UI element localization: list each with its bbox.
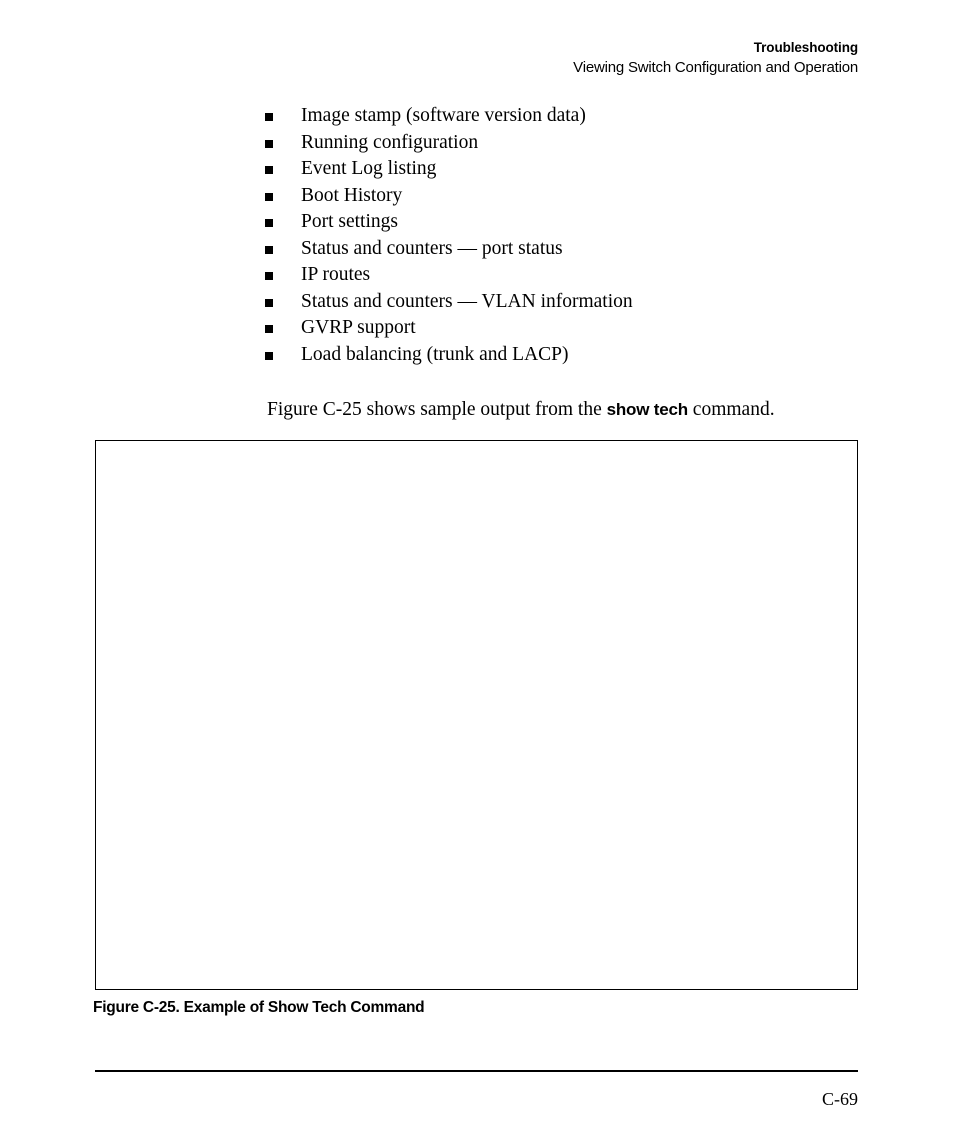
feature-bullet-list: Image stamp (software version data) Runn… <box>265 103 885 368</box>
list-item: Event Log listing <box>265 156 885 183</box>
header-title: Troubleshooting <box>753 40 858 55</box>
list-item-label: Status and counters — VLAN information <box>301 290 633 312</box>
list-item-label: Running configuration <box>301 131 479 153</box>
square-bullet-icon <box>265 139 273 148</box>
list-item: Running configuration <box>265 130 885 157</box>
header-subtitle: Viewing Switch Configuration and Operati… <box>573 59 858 76</box>
list-item: Boot History <box>265 183 885 210</box>
page-number: C-69 <box>822 1089 858 1109</box>
square-bullet-icon <box>265 325 273 333</box>
list-item-label: Port settings <box>301 211 398 232</box>
square-bullet-icon <box>265 245 273 254</box>
list-item-label: Boot History <box>301 184 403 206</box>
figure-image-frame <box>95 440 858 990</box>
figure-reference-paragraph: Figure C-25 shows sample output from the… <box>267 397 775 423</box>
square-bullet-icon <box>265 166 273 174</box>
footer-divider <box>95 1070 858 1072</box>
list-item: Status and counters — port status <box>265 236 885 263</box>
list-item-label: Event Log listing <box>301 158 437 179</box>
list-item-label: IP routes <box>301 264 371 285</box>
list-item: GVRP support <box>265 315 885 342</box>
command-name: show tech <box>606 399 689 419</box>
square-bullet-icon <box>265 298 273 307</box>
running-header: Troubleshooting Viewing Switch Configura… <box>573 38 858 78</box>
document-page: { "header": { "title": "Troubleshooting"… <box>0 0 954 1145</box>
list-item-label: GVRP support <box>301 317 416 338</box>
square-bullet-icon <box>265 272 273 280</box>
list-item: Load balancing (trunk and LACP) <box>265 342 885 369</box>
square-bullet-icon <box>265 351 273 360</box>
list-item-label: Status and counters — port status <box>301 237 563 259</box>
list-item: Status and counters — VLAN information <box>265 289 885 316</box>
list-item: Port settings <box>265 209 885 236</box>
paragraph-text-after: command. <box>687 398 775 420</box>
list-item: IP routes <box>265 262 885 289</box>
list-item-label: Load balancing (trunk and LACP) <box>301 343 569 365</box>
list-item-label: Image stamp (software version data) <box>301 105 586 126</box>
square-bullet-icon <box>265 192 273 201</box>
square-bullet-icon <box>265 113 273 121</box>
figure-caption: Figure C-25. Example of Show Tech Comman… <box>93 999 425 1016</box>
square-bullet-icon <box>265 219 273 227</box>
paragraph-text-before: Figure C-25 shows sample output from the <box>267 398 607 420</box>
list-item: Image stamp (software version data) <box>265 103 885 130</box>
